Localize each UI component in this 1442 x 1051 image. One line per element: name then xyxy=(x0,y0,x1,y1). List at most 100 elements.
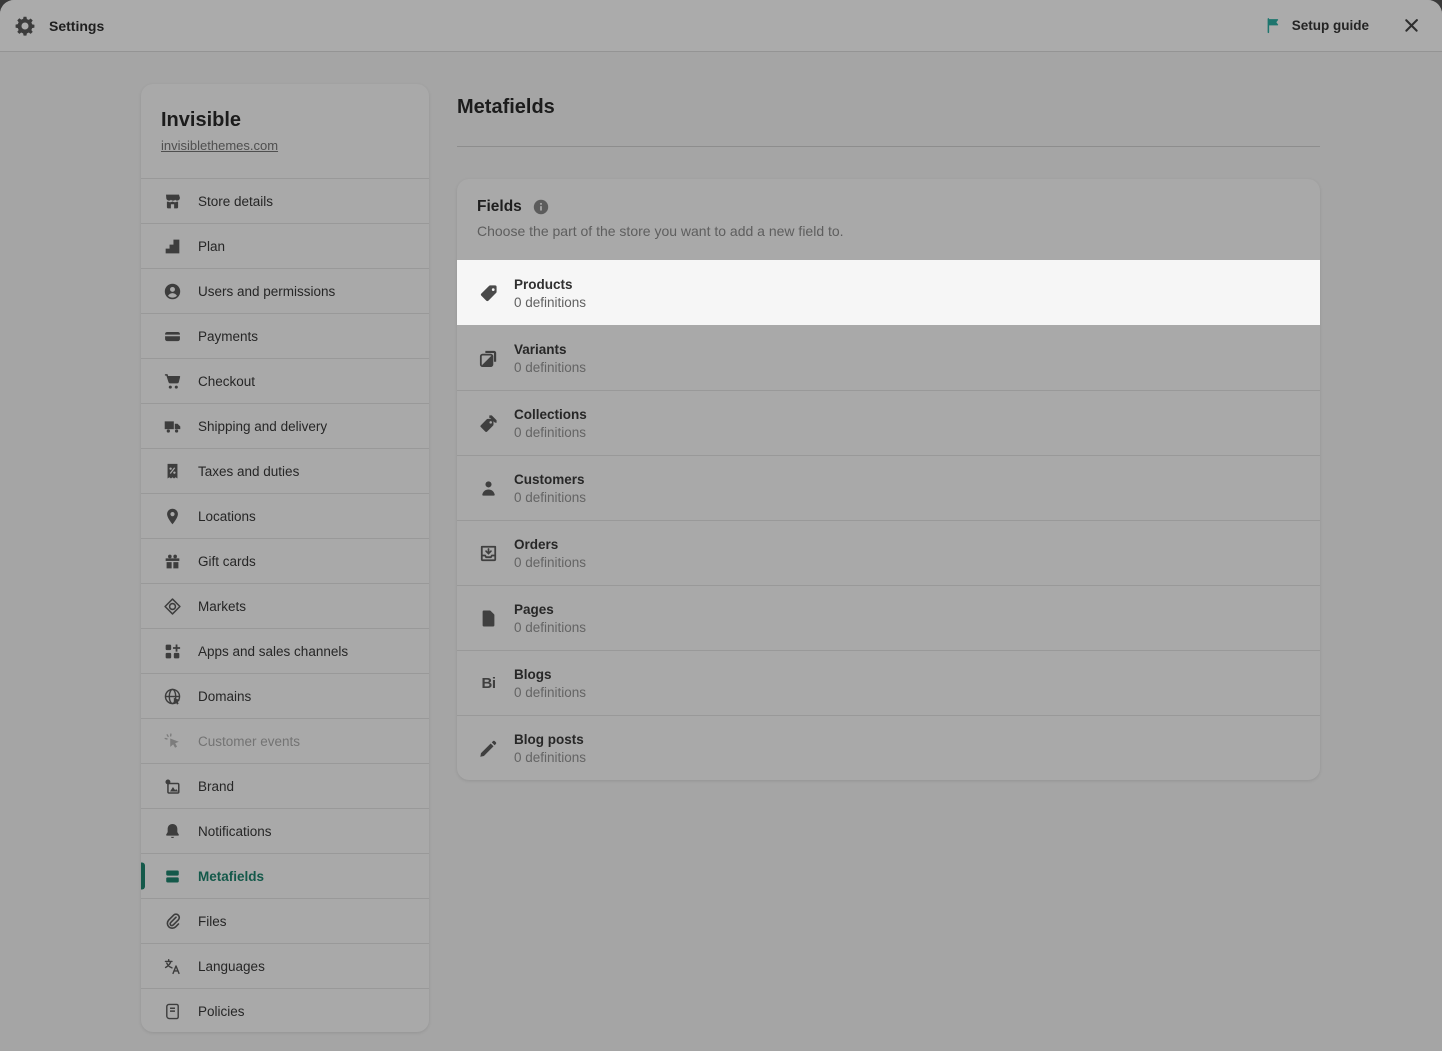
sidebar-item-gift-cards[interactable]: Gift cards xyxy=(141,538,429,583)
gear-icon xyxy=(14,15,36,37)
policy-scroll-icon xyxy=(163,1002,182,1021)
user-circle-icon xyxy=(163,282,182,301)
field-row-orders[interactable]: Orders 0 definitions xyxy=(457,520,1320,585)
sidebar-item-locations[interactable]: Locations xyxy=(141,493,429,538)
sidebar-item-shipping-and-delivery[interactable]: Shipping and delivery xyxy=(141,403,429,448)
sidebar-item-plan[interactable]: Plan xyxy=(141,223,429,268)
field-row-title: Pages xyxy=(514,601,554,617)
field-row-title: Orders xyxy=(514,536,559,552)
sidebar-item-customer-events[interactable]: Customer events xyxy=(141,718,429,763)
store-domain-link[interactable]: invisiblethemes.com xyxy=(161,138,278,154)
sidebar-item-label: Payments xyxy=(198,328,259,344)
sidebar-item-label: Policies xyxy=(198,1003,245,1019)
sidebar-item-label: Files xyxy=(198,913,227,929)
sidebar-item-store-details[interactable]: Store details xyxy=(141,178,429,223)
fields-card-subtitle: Choose the part of the store you want to… xyxy=(477,223,844,239)
field-row-count: 0 definitions xyxy=(514,619,587,635)
field-row-blog-posts[interactable]: Blog posts 0 definitions xyxy=(457,715,1320,780)
field-row-title: Customers xyxy=(514,471,585,487)
paperclip-icon xyxy=(163,912,182,931)
sidebar-item-payments[interactable]: Payments xyxy=(141,313,429,358)
info-icon[interactable] xyxy=(532,198,550,216)
sidebar-item-label: Domains xyxy=(198,688,252,704)
field-row-count: 0 definitions xyxy=(514,424,587,440)
field-row-products[interactable]: Products 0 definitions xyxy=(457,260,1320,325)
title-divider xyxy=(457,146,1320,147)
brand-image-icon xyxy=(163,777,182,796)
sidebar-item-label: Languages xyxy=(198,958,265,974)
main-content: Metafields Fields Choose the part of the… xyxy=(457,84,1320,780)
topbar-right: Setup guide xyxy=(1262,11,1426,40)
sidebar-item-label: Shipping and delivery xyxy=(198,418,328,434)
setup-guide-button[interactable]: Setup guide xyxy=(1262,12,1371,39)
field-row-pages[interactable]: Pages 0 definitions xyxy=(457,585,1320,650)
credit-card-icon xyxy=(163,327,182,346)
bell-icon xyxy=(163,822,182,841)
sidebar-item-apps-and-sales-channels[interactable]: Apps and sales channels xyxy=(141,628,429,673)
translate-icon xyxy=(163,957,182,976)
collection-tags-icon xyxy=(478,413,499,434)
cursor-sparkle-icon xyxy=(163,732,182,751)
sidebar-item-label: Locations xyxy=(198,508,256,524)
sidebar-item-notifications[interactable]: Notifications xyxy=(141,808,429,853)
sidebar-item-policies[interactable]: Policies xyxy=(141,988,429,1032)
fields-card-header: Fields Choose the part of the store you … xyxy=(457,179,1320,260)
sidebar-item-label: Taxes and duties xyxy=(198,463,300,479)
plan-steps-icon xyxy=(163,237,182,256)
topbar-left: Settings xyxy=(14,15,104,37)
store-name: Invisible xyxy=(161,109,242,131)
store-header: Invisible invisiblethemes.com xyxy=(141,84,429,178)
sidebar-item-label: Checkout xyxy=(198,373,256,389)
sidebar-item-domains[interactable]: Domains xyxy=(141,673,429,718)
field-row-count: 0 definitions xyxy=(514,554,587,570)
sidebar-item-taxes-and-duties[interactable]: Taxes and duties xyxy=(141,448,429,493)
person-icon xyxy=(478,478,499,499)
settings-window: Settings Setup guide Invisible invisible… xyxy=(0,0,1442,1051)
sidebar-item-checkout[interactable]: Checkout xyxy=(141,358,429,403)
pencil-icon xyxy=(478,738,499,759)
sidebar-item-label: Apps and sales channels xyxy=(198,643,349,659)
sidebar-item-languages[interactable]: Languages xyxy=(141,943,429,988)
truck-icon xyxy=(163,417,182,436)
field-row-title: Blog posts xyxy=(514,731,584,747)
sidebar-item-label: Markets xyxy=(198,598,247,614)
flag-icon xyxy=(1264,16,1283,35)
sidebar-item-markets[interactable]: Markets xyxy=(141,583,429,628)
settings-sidebar: Invisible invisiblethemes.com Store deta… xyxy=(141,84,429,1032)
field-row-count: 0 definitions xyxy=(514,489,587,505)
globe-cursor-icon xyxy=(163,687,182,706)
field-row-count: 0 definitions xyxy=(514,359,587,375)
markets-compass-icon xyxy=(163,597,182,616)
storefront-icon xyxy=(163,192,182,211)
receipt-percent-icon xyxy=(163,462,182,481)
sidebar-item-label: Plan xyxy=(198,238,226,254)
field-row-title: Blogs xyxy=(514,666,552,682)
sidebar-item-label: Store details xyxy=(198,193,274,209)
sidebar-item-label: Notifications xyxy=(198,823,272,839)
field-row-title: Variants xyxy=(514,341,567,357)
sidebar-item-label: Users and permissions xyxy=(198,283,336,299)
tag-icon xyxy=(478,283,499,304)
sidebar-item-brand[interactable]: Brand xyxy=(141,763,429,808)
field-row-blogs[interactable]: Bi Blogs 0 definitions xyxy=(457,650,1320,715)
apps-grid-plus-icon xyxy=(163,642,182,661)
sidebar-nav: Store details Plan Users and permissions Pa… xyxy=(141,178,429,1032)
sidebar-item-users-and-permissions[interactable]: Users and permissions xyxy=(141,268,429,313)
field-row-count: 0 definitions xyxy=(514,749,587,765)
field-row-count: 0 definitions xyxy=(514,684,587,700)
fields-card: Fields Choose the part of the store you … xyxy=(457,179,1320,780)
close-button[interactable] xyxy=(1397,11,1426,40)
sidebar-item-metafields[interactable]: Metafields xyxy=(141,853,429,898)
field-row-count: 0 definitions xyxy=(514,294,587,310)
sidebar-item-label: Metafields xyxy=(198,868,265,884)
order-box-arrow-icon xyxy=(478,543,499,564)
field-row-collections[interactable]: Collections 0 definitions xyxy=(457,390,1320,455)
fields-card-title: Fields xyxy=(477,198,522,215)
sidebar-item-label: Gift cards xyxy=(198,553,256,569)
cart-icon xyxy=(163,372,182,391)
gift-card-icon xyxy=(163,552,182,571)
field-row-customers[interactable]: Customers 0 definitions xyxy=(457,455,1320,520)
sidebar-item-files[interactable]: Files xyxy=(141,898,429,943)
field-row-title: Collections xyxy=(514,406,587,422)
field-row-variants[interactable]: Variants 0 definitions xyxy=(457,325,1320,390)
